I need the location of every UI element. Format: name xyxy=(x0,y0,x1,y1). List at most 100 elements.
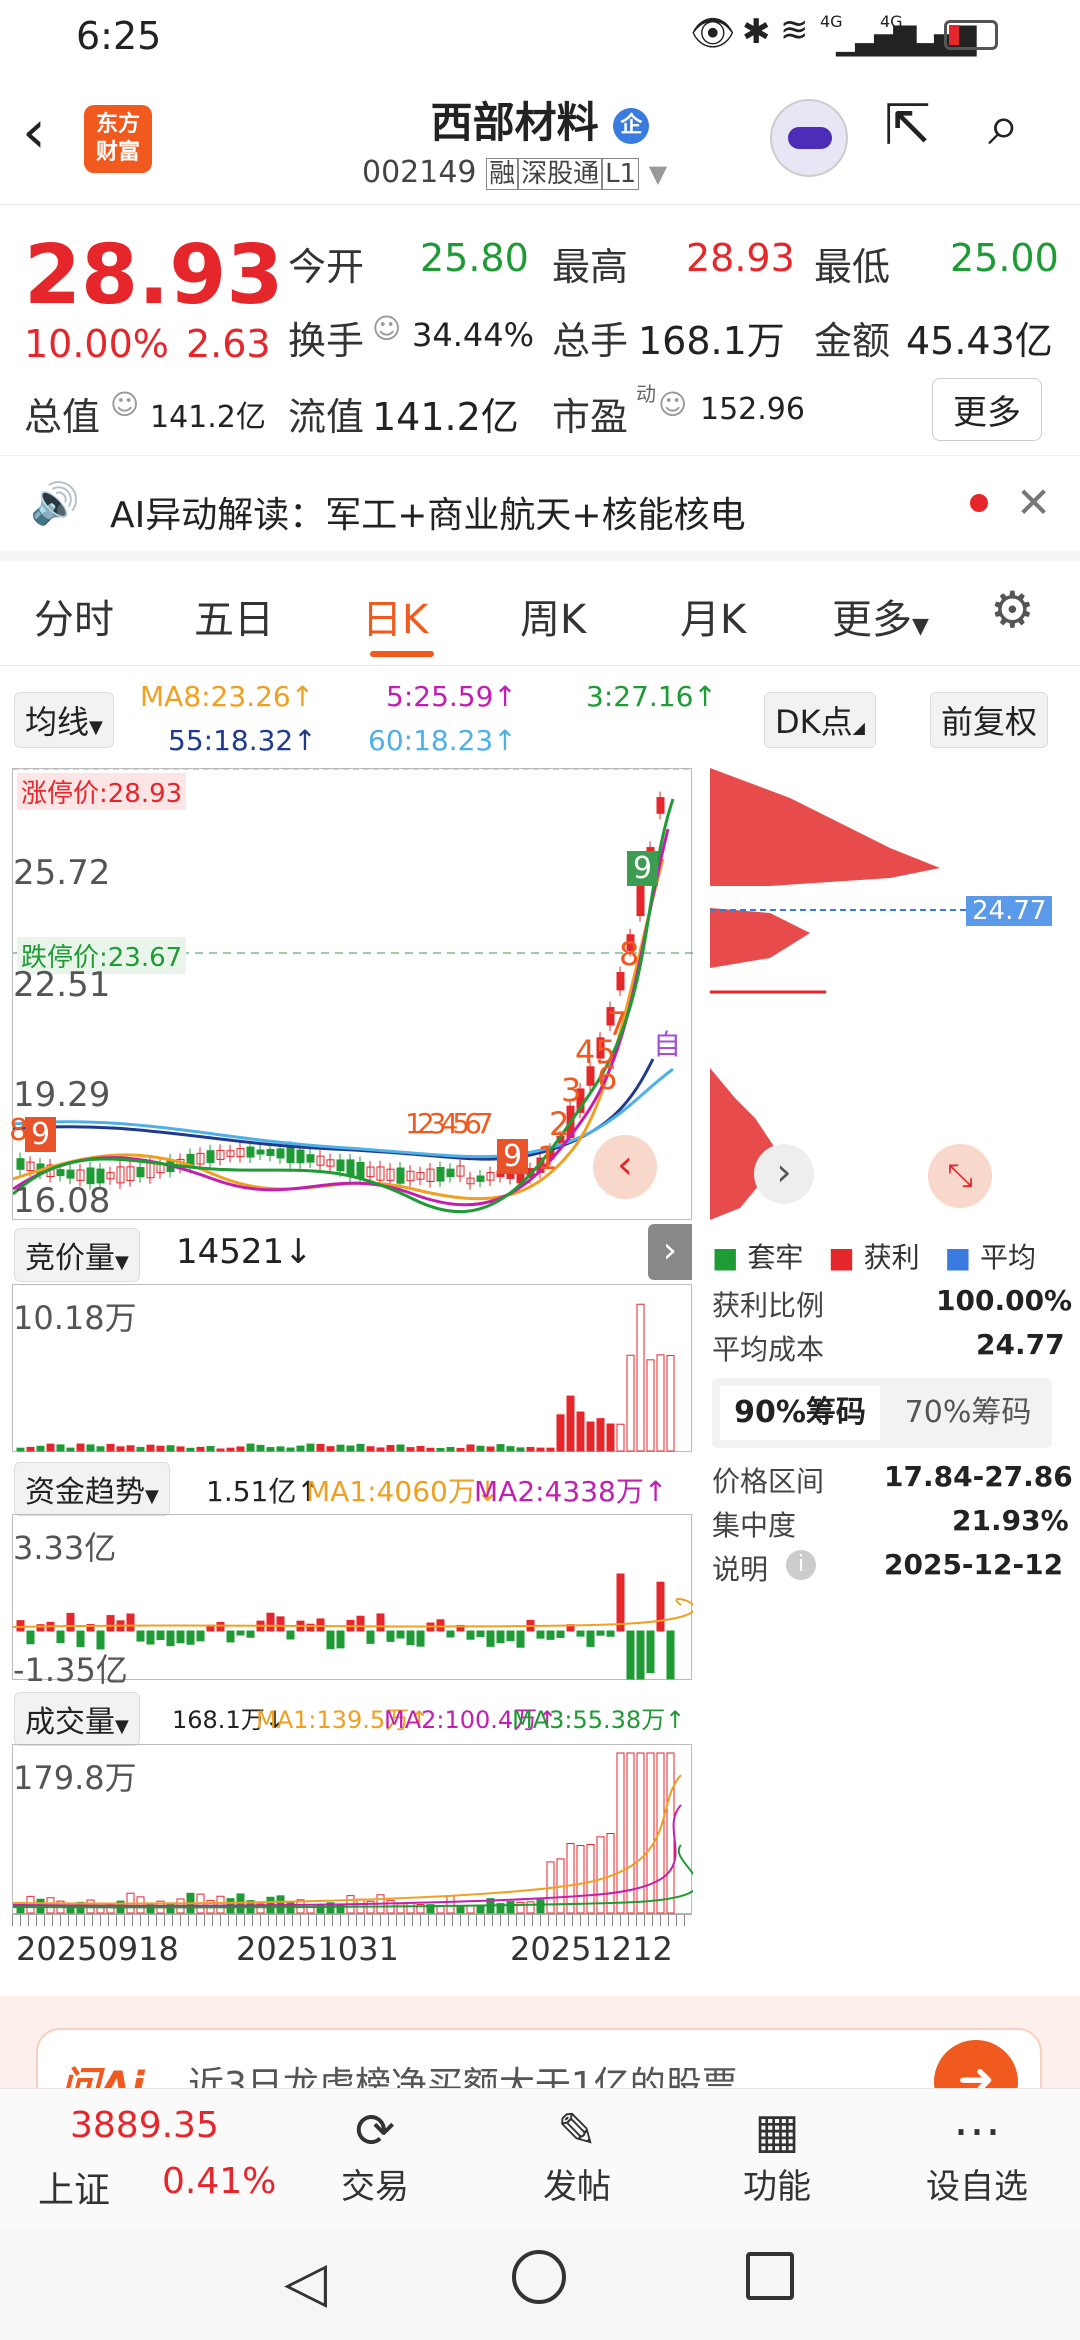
auction-bar xyxy=(506,1446,515,1452)
fund-bar xyxy=(376,1613,385,1632)
amount-value: 45.43亿 xyxy=(906,319,1053,363)
info-icon[interactable]: ☺ xyxy=(658,388,687,421)
next-arrow-icon[interactable]: › xyxy=(754,1144,814,1204)
auction-select-label: 竞价量 xyxy=(25,1241,115,1276)
status-bar: 6:25 👁 ✱ ≋ 4G ▁▃▅▇ 4G ▁▃▅▇ xyxy=(0,0,1080,75)
info-circle-icon[interactable]: i xyxy=(786,1550,816,1580)
auction-volume-chart[interactable]: 10.18万 xyxy=(12,1284,692,1452)
kline-chart[interactable]: 涨停价:28.93 25.72 跌停价:23.67 22.51 19.29 16… xyxy=(9,738,693,1221)
last-price: 28.93 xyxy=(24,228,284,323)
auction-bar xyxy=(476,1445,485,1452)
volume-value: 168.1万 xyxy=(638,319,785,363)
more-button[interactable]: 更多 xyxy=(932,378,1042,441)
auction-bar xyxy=(296,1445,305,1452)
tab-5day[interactable]: 五日 xyxy=(194,587,274,645)
fund-bar xyxy=(106,1615,115,1632)
nav-watchlist[interactable]: ⋯ 设自选 xyxy=(912,2103,1042,2208)
auction-max: 10.18万 xyxy=(13,1299,137,1337)
auction-bar xyxy=(196,1446,205,1452)
volume-chart[interactable]: 179.8万 xyxy=(12,1744,699,1914)
volume-bar xyxy=(406,1902,415,1914)
chip-tabs: 90%筹码 70%筹码 xyxy=(712,1378,1052,1448)
assistant-avatar[interactable] xyxy=(770,99,848,177)
fund-bar xyxy=(186,1630,195,1645)
nav-function[interactable]: ▦ 功能 xyxy=(712,2103,842,2208)
expand-icon[interactable]: ⤡ xyxy=(928,1144,992,1208)
nav-post-label: 发帖 xyxy=(543,2167,611,2207)
auction-bar xyxy=(26,1446,35,1452)
volume-select[interactable]: 成交量▼ xyxy=(14,1692,140,1746)
auction-bar xyxy=(256,1444,265,1452)
auction-bar xyxy=(96,1446,105,1452)
dk-label: DK点 xyxy=(775,703,853,741)
share-icon[interactable]: ⇱ xyxy=(884,93,931,158)
x-date-3: 20251212 xyxy=(510,1930,673,1968)
fund-bar xyxy=(366,1630,375,1644)
auction-bar xyxy=(186,1447,195,1452)
auction-select[interactable]: 竞价量▼ xyxy=(14,1228,140,1282)
candle xyxy=(276,1148,285,1159)
chip-profit-mid xyxy=(710,908,810,968)
stock-code-row[interactable]: 002149 融深股通 L1 ▼ xyxy=(362,153,667,190)
auction-bar xyxy=(286,1447,295,1452)
expand-panel-icon[interactable]: › xyxy=(648,1224,692,1280)
settings-gear-icon[interactable]: ⚙ xyxy=(990,581,1035,639)
x-date-2: 20251031 xyxy=(236,1930,399,1968)
dk-point-button[interactable]: DK点◢ xyxy=(764,692,876,748)
tab-daily-k[interactable]: 日K xyxy=(362,587,428,645)
auction-bar xyxy=(66,1447,75,1452)
chip-tab-70[interactable]: 70%筹码 xyxy=(888,1386,1048,1440)
info-icon[interactable]: ☺ xyxy=(110,388,139,421)
nav-trade[interactable]: ⟳ 交易 xyxy=(310,2103,440,2208)
auction-bar xyxy=(276,1446,285,1452)
auction-bar xyxy=(136,1446,145,1452)
fund-bar xyxy=(516,1630,525,1648)
auction-bar xyxy=(526,1446,535,1452)
close-icon[interactable]: ✕ xyxy=(1016,478,1051,527)
tab-more[interactable]: 更多▼ xyxy=(832,587,929,645)
tab-monthly-k[interactable]: 月K xyxy=(680,587,746,645)
fund-bar xyxy=(176,1630,185,1644)
float-label: 流值 xyxy=(288,395,365,439)
fund-bar xyxy=(646,1630,655,1674)
nav-post[interactable]: ✎ 发帖 xyxy=(512,2103,642,2208)
candle xyxy=(656,797,665,814)
info-icon[interactable]: ☺ xyxy=(372,312,401,345)
fund-bar xyxy=(656,1581,665,1632)
ma55-label: 55:18.32↑ xyxy=(168,724,317,757)
ma5-label: 5:25.59↑ xyxy=(386,680,517,713)
prev-arrow-icon[interactable]: ‹ xyxy=(593,1135,657,1199)
chip-distribution[interactable]: 24.77 › ⤡ xyxy=(710,768,1053,1220)
system-nav-bar: ◁ xyxy=(0,2228,1080,2340)
search-icon[interactable]: ⌕ xyxy=(988,93,1019,159)
tab-weekly-k[interactable]: 周K xyxy=(520,587,586,645)
pe-label: 市盈 xyxy=(552,395,629,439)
auction-bar xyxy=(146,1444,155,1452)
y-tick-4: 16.08 xyxy=(13,1181,111,1221)
period-tabs: 分时 五日 日K 周K 月K 更多▼ ⚙ xyxy=(0,561,1080,666)
chip-profit-upper xyxy=(710,768,940,886)
pe-dynamic-mark: 动 xyxy=(636,382,656,406)
bluetooth-icon: ✱ xyxy=(742,12,771,52)
adjust-button[interactable]: 前复权 xyxy=(930,692,1049,748)
td-seq-mark: 9 xyxy=(627,851,659,886)
grid-icon: ▦ xyxy=(754,2103,800,2159)
change-pct: 10.00% xyxy=(24,322,169,366)
auction-bar xyxy=(486,1446,495,1452)
ma-select[interactable]: 均线▼ xyxy=(14,692,114,748)
ai-insight-bar[interactable]: 🔊 AI异动解读：军工+商业航天+核能核电 ✕ xyxy=(0,456,1080,561)
recents-square-icon[interactable] xyxy=(746,2252,794,2300)
auction-bar xyxy=(356,1443,365,1452)
tab-intraday[interactable]: 分时 xyxy=(34,587,114,645)
auction-bar xyxy=(396,1444,405,1452)
home-circle-icon[interactable] xyxy=(512,2250,566,2304)
back-triangle-icon[interactable]: ◁ xyxy=(284,2250,327,2315)
index-pct: 0.41% xyxy=(162,2161,277,2202)
chip-tab-90[interactable]: 90%筹码 xyxy=(720,1386,880,1440)
fund-trend-chart[interactable]: 3.33亿 -1.35亿 xyxy=(12,1514,696,1689)
promo-banner[interactable]: 问Ai 近3日龙虎榜净买额大于1亿的股票 ➜ xyxy=(0,1996,1080,2108)
fund-trend-select[interactable]: 资金趋势▼ xyxy=(14,1462,170,1516)
index-ticker[interactable]: 3889.35 上证 0.41% xyxy=(20,2099,276,2219)
profit-ratio-label: 获利比例 xyxy=(712,1289,825,1322)
battery-icon xyxy=(944,20,998,50)
